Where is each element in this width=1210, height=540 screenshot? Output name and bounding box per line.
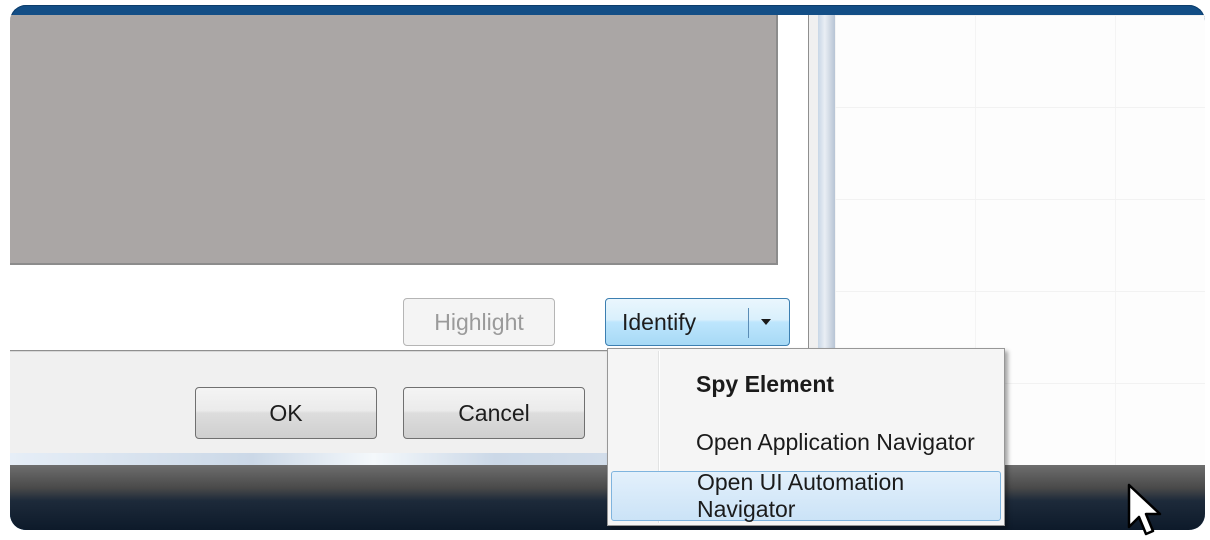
menu-item-label: Open Application Navigator <box>696 428 975 455</box>
identify-dropdown-menu: Spy Element Open Application Navigator O… <box>607 348 1005 526</box>
screenshot-frame: Highlight Identify OK Cancel Spy Element… <box>10 5 1205 530</box>
mouse-pointer-icon <box>1127 483 1162 536</box>
ok-button-label: OK <box>269 399 303 426</box>
identify-button-label: Identify <box>622 308 697 335</box>
element-preview-area <box>10 15 778 265</box>
menu-item-spy-element[interactable]: Spy Element <box>611 359 1001 409</box>
menu-item-label: Open UI Automation Navigator <box>697 469 905 522</box>
highlight-button[interactable]: Highlight <box>403 298 555 346</box>
menu-item-label: Spy Element <box>696 370 835 397</box>
cancel-button-label: Cancel <box>458 399 530 426</box>
split-button-divider <box>748 308 749 338</box>
cancel-button[interactable]: Cancel <box>403 387 585 439</box>
menu-item-open-application-navigator[interactable]: Open Application Navigator <box>611 417 1001 467</box>
ok-button[interactable]: OK <box>195 387 377 439</box>
element-preview-panel: Highlight Identify <box>10 15 809 351</box>
chevron-down-icon[interactable] <box>761 319 771 325</box>
identify-split-button[interactable]: Identify <box>605 298 790 346</box>
highlight-button-label: Highlight <box>434 308 524 335</box>
menu-item-open-ui-automation-navigator[interactable]: Open UI Automation Navigator <box>611 469 1001 522</box>
